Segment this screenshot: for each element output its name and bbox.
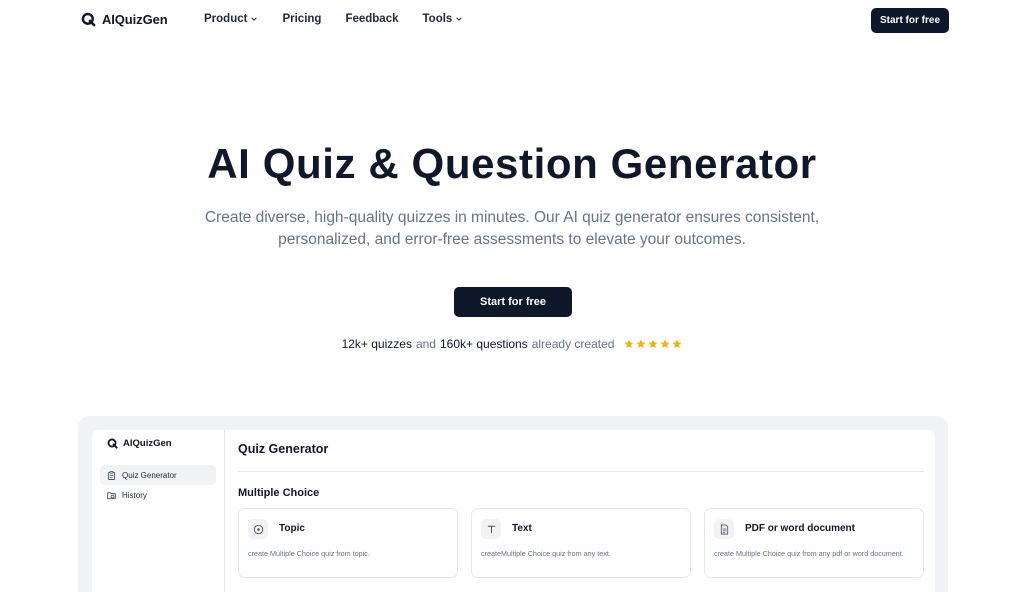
sidebar-item-label: Quiz Generator [122,470,177,480]
star-icon [648,339,658,348]
card-text[interactable]: Text createMultiple Choice quiz from any… [471,508,691,578]
brand-logo[interactable]: AIQuizGen [81,12,168,27]
nav-tools[interactable]: Tools [423,13,464,25]
logo-icon [81,12,96,27]
brand-name: AIQuizGen [102,12,168,27]
sidebar-item-quiz-generator[interactable]: Quiz Generator [100,465,216,485]
usage-stats: 12k+ quizzes and 160k+ questions already… [0,337,1024,351]
text-icon [487,525,495,533]
card-topic[interactable]: Topic create Multiple Choice quiz from t… [238,508,458,578]
clipboard-icon [107,470,116,480]
sidebar-item-label: History [122,490,147,500]
logo-icon [107,438,118,449]
document-icon [720,524,728,534]
star-icon [672,339,682,348]
card-description: create Multiple Choice quiz from topic. [248,549,370,558]
preview-sidebar: AIQuizGen Quiz Generator History [92,430,225,592]
nav-links: Product Pricing Feedback Tools [204,13,463,25]
card-title: PDF or word document [745,523,855,534]
nav-pricing[interactable]: Pricing [282,13,321,25]
nav-pricing-label: Pricing [282,13,322,25]
target-icon [253,524,263,534]
sidebar-item-history[interactable]: History [100,485,216,505]
nav-feedback-label: Feedback [345,13,399,25]
card-description: create Multiple Choice quiz from any pdf… [714,549,904,558]
chevron-down-icon [456,17,463,21]
hero-subtitle: Create diverse, high-quality quizzes in … [204,209,820,248]
preview-main: Quiz Generator Multiple Choice Topic cre… [226,430,935,592]
card-title: Topic [279,523,305,534]
stats-questions: 160k+ questions [439,337,528,351]
star-icon [624,339,634,348]
nav-tools-label: Tools [422,13,453,25]
stats-suffix: already created [531,337,615,351]
chevron-down-icon [251,17,258,21]
nav-product[interactable]: Product [204,13,258,25]
section-title: Multiple Choice [238,487,320,499]
nav-start-free-button[interactable]: Start for free [871,8,949,33]
card-pdf-document[interactable]: PDF or word document create Multiple Cho… [704,508,924,578]
card-icon-box [248,519,268,539]
rating-stars [624,339,682,349]
card-description: createMultiple Choice quiz from any text… [481,549,611,558]
star-icon [636,339,646,348]
stats-quizzes: 12k+ quizzes [341,337,412,351]
card-icon-box [481,519,501,539]
hero-start-free-button[interactable]: Start for free [454,287,572,317]
preview-brand[interactable]: AIQuizGen [107,438,172,449]
hero-title: AI Quiz & Question Generator [207,140,817,187]
stats-and: and [415,337,436,351]
folder-clock-icon [107,491,116,499]
star-icon [660,339,670,348]
nav-product-label: Product [204,13,248,25]
divider [238,471,924,472]
preview-brand-name: AIQuizGen [123,438,172,449]
top-nav: AIQuizGen Product Pricing Feedback Tools… [0,0,1024,42]
nav-feedback[interactable]: Feedback [345,13,398,25]
card-icon-box [714,519,734,539]
card-title: Text [512,523,532,534]
main-title: Quiz Generator [238,442,329,456]
app-preview: AIQuizGen Quiz Generator History Quiz Ge… [92,430,935,592]
